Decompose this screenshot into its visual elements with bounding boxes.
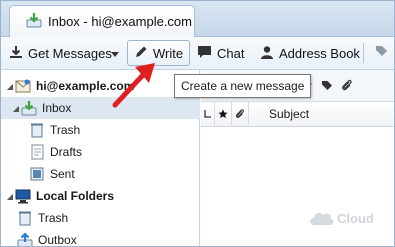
message-column-header: Subject — [201, 101, 394, 127]
collapse-icon: ◢ — [6, 81, 14, 91]
local-trash-label: Trash — [38, 211, 69, 225]
chat-button[interactable]: Chat — [197, 40, 244, 66]
trash-label: Trash — [50, 123, 81, 137]
folder-local-folders[interactable]: ◢ Local Folders — [1, 185, 200, 207]
computer-icon — [15, 188, 31, 204]
watermark: Cloud — [307, 204, 391, 232]
main-toolbar: Get Messages Write Chat Address Book — [1, 37, 394, 70]
drafts-icon — [29, 144, 45, 160]
mail-account-icon — [15, 78, 31, 94]
thread-column-icon[interactable] — [201, 101, 215, 127]
tab-inbox[interactable]: Inbox - hi@example.com — [9, 5, 195, 37]
collapse-icon: ◢ — [6, 191, 14, 201]
folder-sent[interactable]: Sent — [1, 163, 200, 185]
sent-label: Sent — [50, 167, 75, 181]
outbox-label: Outbox — [38, 233, 77, 247]
thunderbird-window: Inbox - hi@example.com Get Messages Writ… — [0, 0, 395, 247]
folder-outbox[interactable]: Outbox — [1, 229, 200, 247]
tab-bar: Inbox - hi@example.com — [1, 1, 394, 37]
red-arrow-annotation — [112, 63, 155, 108]
inbox-label: Inbox — [42, 101, 72, 115]
folder-drafts[interactable]: Drafts — [1, 141, 200, 163]
drafts-label: Drafts — [50, 145, 83, 159]
chat-bubble-icon — [197, 45, 212, 62]
outbox-icon — [17, 232, 33, 246]
subject-header-label: Subject — [269, 107, 310, 121]
address-book-label: Address Book — [279, 45, 360, 61]
subject-column-header[interactable]: Subject — [249, 102, 394, 127]
sent-icon — [29, 166, 45, 182]
inbox-icon — [21, 100, 37, 116]
address-book-button[interactable]: Address Book — [260, 40, 360, 66]
get-messages-label: Get Messages — [28, 45, 112, 61]
attachment-column-icon[interactable] — [232, 101, 249, 127]
trash-icon — [17, 210, 33, 226]
local-folders-label: Local Folders — [36, 189, 115, 203]
address-book-icon — [260, 45, 274, 62]
star-column-icon[interactable] — [215, 101, 232, 127]
folder-inbox[interactable]: ◢ Inbox — [1, 97, 200, 119]
inbox-download-icon — [26, 12, 42, 31]
write-tooltip: Create a new message — [174, 74, 312, 98]
folder-pane: ◢ hi@example.com ◢ Inbox Trash Drafts Se… — [1, 70, 200, 247]
trash-icon — [29, 122, 45, 138]
download-icon — [9, 45, 23, 62]
folder-trash[interactable]: Trash — [1, 119, 200, 141]
folder-local-trash[interactable]: Trash — [1, 207, 200, 229]
watermark-text: Cloud — [337, 210, 374, 226]
chat-label: Chat — [217, 45, 245, 61]
cloud-icon — [310, 212, 334, 225]
tag-button[interactable] — [375, 40, 388, 66]
get-messages-button[interactable]: Get Messages — [9, 40, 112, 66]
folder-account[interactable]: ◢ hi@example.com — [1, 75, 200, 97]
tag-icon — [375, 45, 388, 61]
toolbar-separator — [363, 43, 364, 63]
tag-filter-icon[interactable] — [321, 80, 333, 95]
tooltip-text: Create a new message — [181, 79, 305, 93]
collapse-icon: ◢ — [12, 103, 20, 113]
attachment-filter-icon[interactable] — [341, 79, 353, 95]
tab-label: Inbox - hi@example.com — [48, 14, 192, 29]
